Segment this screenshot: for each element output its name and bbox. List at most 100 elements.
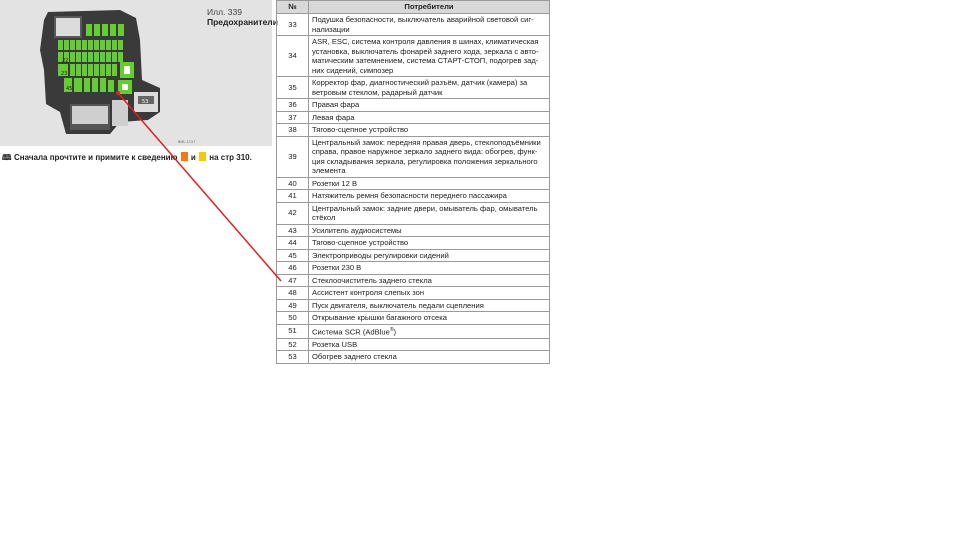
table-row: 49 Пуск двигателя, выключатель педали сце… xyxy=(276,298,550,312)
fuse-number: 40 xyxy=(276,176,309,190)
fuse-number: 43 xyxy=(276,223,309,237)
fuse-consumers: Обогрев заднего стекла xyxy=(308,350,550,364)
consumer-text: ASR, ESC, система контроля давления в ши… xyxy=(312,37,539,75)
fuse-label-23: 23 xyxy=(61,71,67,77)
consumer-text: Подушка безопасности, выключатель аварий… xyxy=(312,15,534,34)
fuse-consumers: Стеклоочиститель заднего стекла xyxy=(308,273,550,287)
table-header-row: № Потребители xyxy=(276,0,550,14)
fuse-consumers: Розетки 230 В xyxy=(308,261,550,275)
consumer-text: Система SCR (AdBlue xyxy=(312,327,390,337)
fuse-consumers: Подушка безопасности, выключатель аварий… xyxy=(308,13,550,36)
fuse-number: 39 xyxy=(276,135,309,178)
table-row: 42 Центральный замок: задние двери, омыва… xyxy=(276,201,550,225)
fuse-label-22: 22 xyxy=(62,58,68,64)
consumer-text: Тягово-сцепное устройство xyxy=(312,238,409,247)
fuse-consumers: Розетка USB xyxy=(308,337,550,352)
fuse-number: 41 xyxy=(276,189,309,203)
fuse-consumers: Открывание крышки багажного отсека xyxy=(308,311,550,325)
illustration-panel: 22 23 45 53 BML-1157 Илл. 339 Предохрани… xyxy=(0,0,278,146)
warning-icon xyxy=(180,152,188,161)
fuse-table-body: 33 Подушка безопасности, выключатель авар… xyxy=(276,13,550,364)
fuse-label-45: 45 xyxy=(66,86,72,92)
fuse-consumers: Розетки 12 В xyxy=(308,176,550,190)
fuse-number: 50 xyxy=(276,311,309,325)
fuse-consumers: Пуск двигателя, выключатель педали сцепл… xyxy=(308,298,550,312)
fuse-number: 46 xyxy=(276,261,309,275)
fuse-number: 35 xyxy=(276,76,309,99)
illustration-number: Илл. 339 xyxy=(207,7,242,17)
fuse-consumers: Центральный замок: задние двери, омывате… xyxy=(308,201,550,225)
fuse-label-53: 53 xyxy=(142,99,148,105)
fuse-consumers: Электроприводы регулировки сидений xyxy=(308,248,550,262)
fuse-consumers: Ассистент контроля слепых зон xyxy=(308,286,550,300)
table-row: 51 Система SCR (AdBlue®) xyxy=(276,323,550,339)
header-number: № xyxy=(276,0,309,14)
header-consumers: Потребители xyxy=(308,0,550,14)
fuse-number: 53 xyxy=(276,350,309,364)
fuse-number: 48 xyxy=(276,286,309,300)
table-row: 47 Стеклоочиститель заднего стекла xyxy=(276,273,550,287)
fuse-number: 36 xyxy=(276,98,309,112)
reference-note: 🕮 Сначала прочтите и примите к сведению и… xyxy=(2,152,252,166)
fuse-consumers: ASR, ESC, система контроля давления в ши… xyxy=(308,35,550,77)
consumer-text: Электроприводы регулировки сидений xyxy=(312,250,449,260)
table-row: 39 Центральный замок: передняя правая две… xyxy=(276,135,550,178)
table-row: 45 Электроприводы регулировки сидений xyxy=(276,248,550,262)
fuse-consumers: Центральный замок: передняя правая дверь… xyxy=(308,135,550,178)
table-row: 43 Усилитель аудиосистемы xyxy=(276,223,550,237)
fuse-box-illustration: 22 23 45 53 BML-1157 xyxy=(40,10,195,144)
fuse-number: 45 xyxy=(276,248,309,262)
fuse-consumers: Левая фара xyxy=(308,110,550,124)
table-row: 53 Обогрев заднего стекла xyxy=(276,350,550,364)
table-row: 52 Розетка USB xyxy=(276,337,550,352)
table-row: 37 Левая фара xyxy=(276,110,550,124)
table-row: 38 Тягово-сцепное устройство xyxy=(276,123,550,137)
note-prefix: Сначала прочтите и примите к сведению xyxy=(14,153,178,162)
table-row: 36 Правая фара xyxy=(276,98,550,112)
consumer-text: Натяжитель ремня безопасности переднего … xyxy=(312,191,507,200)
fuse-consumers: Правая фара xyxy=(308,98,550,112)
table-row: 46 Розетки 230 В xyxy=(276,261,550,275)
consumer-text: Центральный замок: передняя правая дверь… xyxy=(312,137,541,176)
illustration-caption: Илл. 339 Предохранители xyxy=(207,7,278,27)
table-row: 41 Натяжитель ремня безопасности переднег… xyxy=(276,189,550,203)
fuse-table: № Потребители 33 Подушка безопасности, вы… xyxy=(276,0,550,364)
consumer-text: Центральный замок: задние двери, омывате… xyxy=(312,203,538,223)
illustration-title: Предохранители xyxy=(207,17,278,27)
fuse-consumers: Натяжитель ремня безопасности переднего … xyxy=(308,189,550,203)
fuse-consumers: Тягово-сцепное устройство xyxy=(308,236,550,250)
consumer-text: Тягово-сцепное устройство xyxy=(312,125,409,134)
table-row: 50 Открывание крышки багажного отсека xyxy=(276,311,550,325)
consumer-text: Корректор фар, диагностический разъём, д… xyxy=(312,78,528,97)
fuse-consumers: Тягово-сцепное устройство xyxy=(308,123,550,137)
consumer-text: Розетка USB xyxy=(312,339,358,349)
consumer-text-end: ) xyxy=(393,327,397,337)
fuse-number: 52 xyxy=(276,337,309,352)
consumer-text: Правая фара xyxy=(312,100,360,109)
fuse-number: 34 xyxy=(276,35,309,77)
table-row: 48 Ассистент контроля слепых зон xyxy=(276,286,550,300)
fuse-consumers: Система SCR (AdBlue®) xyxy=(308,323,550,339)
table-row: 40 Розетки 12 В xyxy=(276,176,550,190)
fuse-number: 47 xyxy=(276,273,309,287)
fuse-number: 51 xyxy=(276,323,309,339)
table-row: 34 ASR, ESC, система контроля давления в … xyxy=(276,35,550,77)
consumer-text: Розетки 230 В xyxy=(312,263,362,272)
note-suffix: на стр 310. xyxy=(209,153,252,162)
book-icon: 🕮 xyxy=(2,153,12,162)
consumer-text: Левая фара xyxy=(312,112,355,122)
fuse-number: 38 xyxy=(276,123,309,137)
table-row: 44 Тягово-сцепное устройство xyxy=(276,236,550,250)
fuse-number: 44 xyxy=(276,236,309,250)
illustration-code: BML-1157 xyxy=(178,140,195,144)
fuse-number: 42 xyxy=(276,201,309,225)
consumer-text: Пуск двигателя, выключатель педали сцепл… xyxy=(312,300,484,310)
consumer-text: Открывание крышки багажного отсека xyxy=(312,313,447,322)
table-row: 33 Подушка безопасности, выключатель авар… xyxy=(276,13,550,36)
consumer-text: Обогрев заднего стекла xyxy=(312,352,397,362)
consumer-text: Розетки 12 В xyxy=(312,178,358,188)
fuse-consumers: Усилитель аудиосистемы xyxy=(308,223,550,237)
fuse-number: 37 xyxy=(276,110,309,124)
consumer-text: Ассистент контроля слепых зон xyxy=(312,288,425,297)
caution-icon xyxy=(199,152,207,161)
